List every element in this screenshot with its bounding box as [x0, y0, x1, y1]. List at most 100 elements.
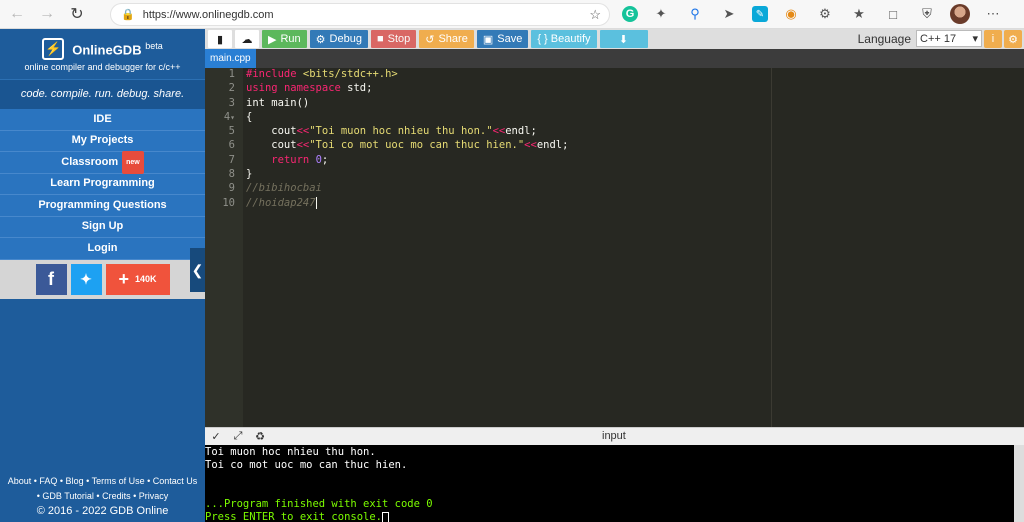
line-number: 9 [228, 182, 235, 195]
browser-toolbar: ← → ↻ 🔒 https://www.onlinegdb.com ☆ G ✦ … [0, 0, 1024, 29]
bird-extension-icon[interactable]: ✦ [650, 4, 672, 24]
line-number: 3 [228, 96, 235, 109]
pen-extension-icon[interactable]: ✎ [752, 6, 768, 22]
upload-icon[interactable]: ☁ [235, 30, 259, 48]
beautify-button[interactable]: { } Beautify [531, 30, 597, 48]
code-editor[interactable]: 1 2 3 4▾ 5 6 7 8 9 10 #include <bits/std… [205, 68, 1024, 427]
collections-icon[interactable]: □ [882, 4, 904, 24]
console-line: Toi co mot uoc mo can thuc hien. [205, 459, 408, 471]
share-icon: ↺ [425, 33, 435, 46]
back-icon[interactable]: ← [4, 1, 30, 27]
language-selector: Language C++ 17 ▾ [858, 30, 982, 47]
forward-icon[interactable]: → [34, 1, 60, 27]
puzzle-icon[interactable]: ⚙ [814, 4, 836, 24]
console-title[interactable]: input [602, 430, 626, 442]
line-number: 10 [222, 196, 235, 209]
sidebar-item-sign-up[interactable]: Sign Up [0, 216, 205, 238]
print-margin [771, 68, 772, 427]
debug-icon: ⚙ [315, 33, 326, 46]
lock-icon: 🔒 [121, 9, 135, 21]
run-button[interactable]: ▶ Run [262, 30, 307, 48]
console-line: Toi muon hoc nhieu thu hon. [205, 446, 376, 458]
download-icon: ⬇ [618, 33, 629, 46]
footer-line-2[interactable]: • GDB Tutorial • Credits • Privacy [0, 489, 205, 504]
line-number: 2 [228, 82, 235, 95]
language-label: Language [857, 31, 911, 46]
profile-avatar[interactable] [950, 4, 970, 24]
twitter-icon[interactable]: ✦ [70, 263, 102, 295]
code-line: int main() [246, 96, 310, 109]
sidebar-item-programming-questions[interactable]: Programming Questions [0, 195, 205, 217]
new-badge: new [122, 150, 144, 174]
footer-links: About • FAQ • Blog • Terms of Use • Cont… [0, 474, 205, 522]
collapse-sidebar-chevron-icon[interactable]: ❮ [190, 248, 205, 292]
facebook-icon[interactable]: f [35, 263, 67, 295]
save-button[interactable]: ▣ Save [476, 30, 529, 48]
url-text: https://www.onlinegdb.com [142, 8, 274, 21]
main-area: ▮ ☁ ▶ Run ⚙ Debug ■ Stop ↺ Share ▣ Save { } B… [205, 29, 1024, 522]
grammarly-icon[interactable]: G [622, 6, 638, 22]
code-line: //hoidap247 [246, 196, 317, 209]
play-icon: ▶ [268, 33, 277, 46]
reload-icon[interactable]: ↻ [64, 1, 90, 27]
footer-line-1[interactable]: About • FAQ • Blog • Terms of Use • Cont… [0, 474, 205, 489]
code-line: #include <bits/stdc++.h> [246, 68, 398, 80]
language-select[interactable]: C++ 17 ▾ [916, 30, 982, 47]
console-header: ✓ ⤢ ♻ input [205, 427, 1024, 445]
expand-icon[interactable]: ⤢ [227, 430, 249, 443]
floppy-icon: ▣ [482, 33, 494, 46]
address-bar[interactable]: 🔒 https://www.onlinegdb.com ☆ [110, 3, 610, 26]
brand-subtitle: online compiler and debugger for c/c++ [24, 62, 181, 72]
console-scrollbar[interactable] [1014, 445, 1024, 522]
line-number: 5 [228, 125, 235, 138]
code-line: cout<<"Toi co mot uoc mo can thuc hien."… [246, 139, 569, 152]
sidebar-item-learn-programming[interactable]: Learn Programming [0, 173, 205, 195]
share-button[interactable]: ↺ Share [419, 30, 474, 48]
social-buttons: f ✦ +140K [0, 259, 205, 299]
shield-icon[interactable]: ⛨ [916, 4, 938, 24]
debug-button[interactable]: ⚙ Debug [309, 30, 368, 48]
sidebar-item-ide[interactable]: IDE [0, 109, 205, 131]
cursor-extension-icon[interactable]: ➤ [718, 4, 740, 24]
fox-extension-icon[interactable]: ◉ [780, 4, 802, 24]
favorites-icon[interactable]: ★ [848, 4, 870, 24]
sidebar-item-login[interactable]: Login [0, 238, 205, 260]
line-number-fold[interactable]: 4▾ [205, 111, 243, 125]
code-line: using namespace std; [246, 82, 373, 95]
line-number: 8 [228, 168, 235, 181]
editor-toolbar: ▮ ☁ ▶ Run ⚙ Debug ■ Stop ↺ Share ▣ Save { } B… [205, 29, 1024, 49]
code-line: cout<<"Toi muon hoc nhieu thu hon."<<end… [246, 125, 537, 138]
favorite-star-icon[interactable]: ☆ [589, 7, 601, 23]
line-number: 1 [228, 68, 235, 80]
code-line: return 0; [271, 153, 329, 166]
line-number: 6 [228, 139, 235, 152]
download-button[interactable]: ⬇ [599, 30, 648, 48]
line-number-gutter: 1 2 3 4▾ 5 6 7 8 9 10 [205, 68, 243, 427]
info-icon[interactable]: i [984, 30, 1002, 48]
brand-name: OnlineGDB beta [72, 40, 163, 58]
new-file-icon[interactable]: ▮ [208, 30, 232, 48]
chevron-down-icon[interactable]: ✓ [205, 430, 227, 443]
stop-button[interactable]: ■ Stop [370, 30, 417, 48]
brand-header[interactable]: ⚡ OnlineGDB beta online compiler and deb… [0, 29, 205, 80]
sidebar-item-my-projects[interactable]: My Projects [0, 130, 205, 152]
sidebar-item-classroom[interactable]: Classroom new [0, 150, 205, 174]
search-extension-icon[interactable]: ⚲ [684, 4, 706, 24]
more-menu-icon[interactable]: ⋯ [982, 4, 1004, 24]
code-line: } [246, 168, 253, 181]
console-line: ...Program finished with exit code 0 [205, 498, 433, 510]
share-plus-button[interactable]: +140K [105, 263, 170, 295]
clear-console-icon[interactable]: ♻ [249, 430, 271, 443]
line-number: 7 [228, 153, 235, 166]
console-cursor [382, 511, 390, 522]
output-console[interactable]: Toi muon hoc nhieu thu hon. Toi co mot u… [205, 445, 1024, 522]
tab-main-cpp[interactable]: main.cpp [205, 49, 256, 68]
settings-gear-icon[interactable]: ⚙ [1004, 30, 1022, 48]
stop-icon: ■ [376, 33, 384, 45]
extension-icons: G ✦ ⚲ ➤ ✎ ◉ ⚙ ★ □ ⛨ ⋯ [622, 4, 1004, 24]
console-line: Press ENTER to exit console. [205, 511, 1024, 522]
file-tabs: main.cpp [205, 49, 1024, 68]
code-content[interactable]: #include <bits/stdc++.h> using namespace… [243, 68, 1024, 427]
